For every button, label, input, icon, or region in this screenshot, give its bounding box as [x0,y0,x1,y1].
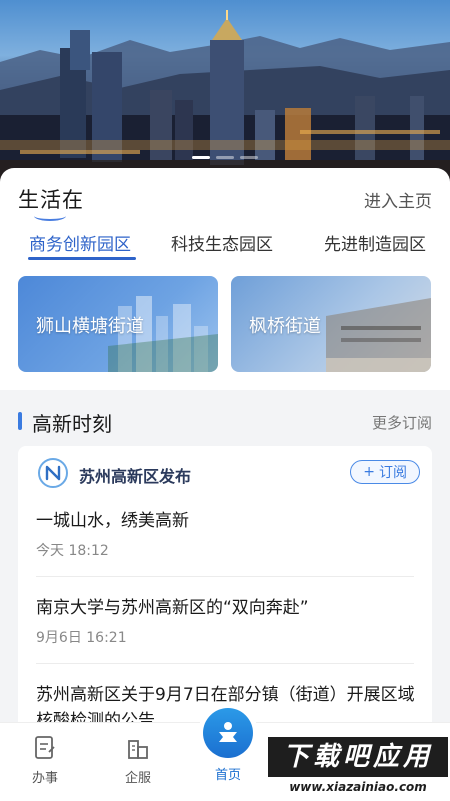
carousel-dot-2[interactable] [216,156,234,159]
divider [36,576,414,577]
tab-business-innovation-park[interactable]: 商务创新园区 [29,230,131,255]
tab-label: 企服 [124,771,151,786]
living-section: 生活在 进入主页 商务创新园区 科技生态园区 先进制造园区 狮山横塘街道 枫桥街… [0,168,450,390]
tab-home[interactable] [203,708,253,758]
street-card-fengqiao[interactable]: 枫桥街道 [231,276,431,372]
living-title: 生活在 [18,188,84,212]
news-time: 今天 18:12 [36,543,109,559]
section-accent-bar [18,412,22,430]
news-headline: 一城山水，绣美高新 [36,511,189,531]
hero-banner[interactable] [0,0,450,185]
building-icon [126,735,150,761]
active-tab-indicator [28,257,136,260]
carousel-indicator [0,156,450,159]
street-card-label: 枫桥街道 [249,316,321,337]
subscribe-label: 订阅 [379,465,407,481]
news-section-header: 高新时刻 更多订阅 [0,404,450,440]
more-subscriptions-link[interactable]: 更多订阅 [372,412,432,433]
watermark-title: 下载吧应用 [268,737,448,777]
news-section-title: 高新时刻 [32,412,112,436]
news-headline: 南京大学与苏州高新区的“双向奔赴” [36,598,309,618]
site-watermark: 下载吧应用 www.xiazainiao.com [268,737,448,798]
publisher-name[interactable]: 苏州高新区发布 [79,463,191,487]
enter-home-link[interactable]: 进入主页 [364,187,432,212]
plus-icon: + [363,464,375,480]
watermark-url: www.xiazainiao.com [268,777,448,798]
home-logo-icon [219,722,237,742]
divider [36,663,414,664]
tab-tech-ecology-park[interactable]: 科技生态园区 [171,230,273,255]
subscribe-button[interactable]: + 订阅 [350,460,420,484]
document-icon [33,735,57,761]
street-card-shishan-hengtang[interactable]: 狮山横塘街道 [18,276,218,372]
carousel-dot-3[interactable] [240,156,258,159]
title-underline-decoration [34,211,66,221]
tab-advanced-manufacturing-park[interactable]: 先进制造园区 [324,230,426,255]
news-time: 9月6日 16:21 [36,630,127,646]
news-item[interactable]: 南京大学与苏州高新区的“双向奔赴” 9月6日 16:21 [36,595,416,647]
tab-label: 办事 [31,771,58,786]
tab-services[interactable]: 办事 [15,735,75,786]
news-item[interactable]: 一城山水，绣美高新 今天 18:12 [36,508,416,560]
street-card-label: 狮山横塘街道 [36,316,144,337]
news-card: 苏州高新区发布 + 订阅 一城山水，绣美高新 今天 18:12 南京大学与苏州高… [18,446,432,746]
carousel-dot-1[interactable] [192,156,210,159]
tab-home-label[interactable]: 首页 [203,764,253,783]
tab-enterprise-service[interactable]: 企服 [108,735,168,786]
publisher-logo-icon [38,458,68,488]
